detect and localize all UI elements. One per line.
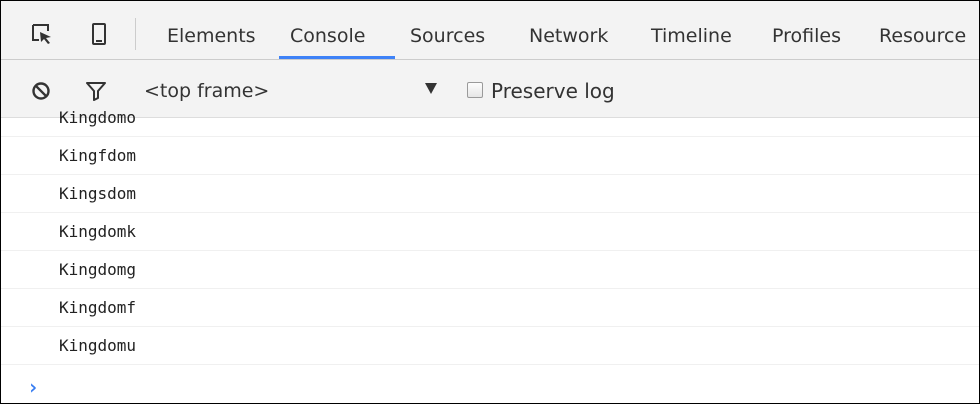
console-message-text: Kingdomk <box>59 222 137 241</box>
inspect-element-icon[interactable] <box>31 23 53 49</box>
console-message-text: Kingdomf <box>59 298 137 317</box>
console-message: Kingdomu <box>1 327 979 365</box>
console-message: Kingfdom <box>1 137 979 175</box>
active-tab-indicator <box>279 56 395 59</box>
console-prompt-icon[interactable]: › <box>27 375 39 399</box>
tab-console[interactable]: Console <box>290 25 365 47</box>
console-message-text: Kingdomg <box>59 260 137 279</box>
console-output: Kingdomo Kingfdom Kingsdom Kingdomk King… <box>1 108 979 403</box>
tab-resources[interactable]: Resource <box>879 25 966 47</box>
tab-profiles[interactable]: Profiles <box>772 25 841 47</box>
dropdown-arrow-icon[interactable] <box>425 83 437 94</box>
preserve-log-checkbox[interactable] <box>467 82 483 98</box>
devtools-tab-toolbar: Elements Console Sources Network Timelin… <box>1 1 979 60</box>
devtools-window: Elements Console Sources Network Timelin… <box>0 0 980 404</box>
console-message-text: Kingfdom <box>59 146 137 165</box>
tab-timeline[interactable]: Timeline <box>651 25 732 47</box>
console-message-text: Kingdomu <box>59 336 137 355</box>
toolbar-divider <box>135 18 136 50</box>
tab-sources[interactable]: Sources <box>410 25 485 47</box>
console-message: Kingdomk <box>1 213 979 251</box>
tab-network[interactable]: Network <box>529 25 608 47</box>
console-message: Kingdomo <box>1 99 979 137</box>
console-message-text: Kingsdom <box>59 184 137 203</box>
device-mode-icon[interactable] <box>91 23 107 49</box>
console-message: Kingdomf <box>1 289 979 327</box>
tab-elements[interactable]: Elements <box>167 25 256 47</box>
console-message-text: Kingdomo <box>59 108 137 127</box>
console-message: Kingsdom <box>1 175 979 213</box>
console-message: Kingdomg <box>1 251 979 289</box>
